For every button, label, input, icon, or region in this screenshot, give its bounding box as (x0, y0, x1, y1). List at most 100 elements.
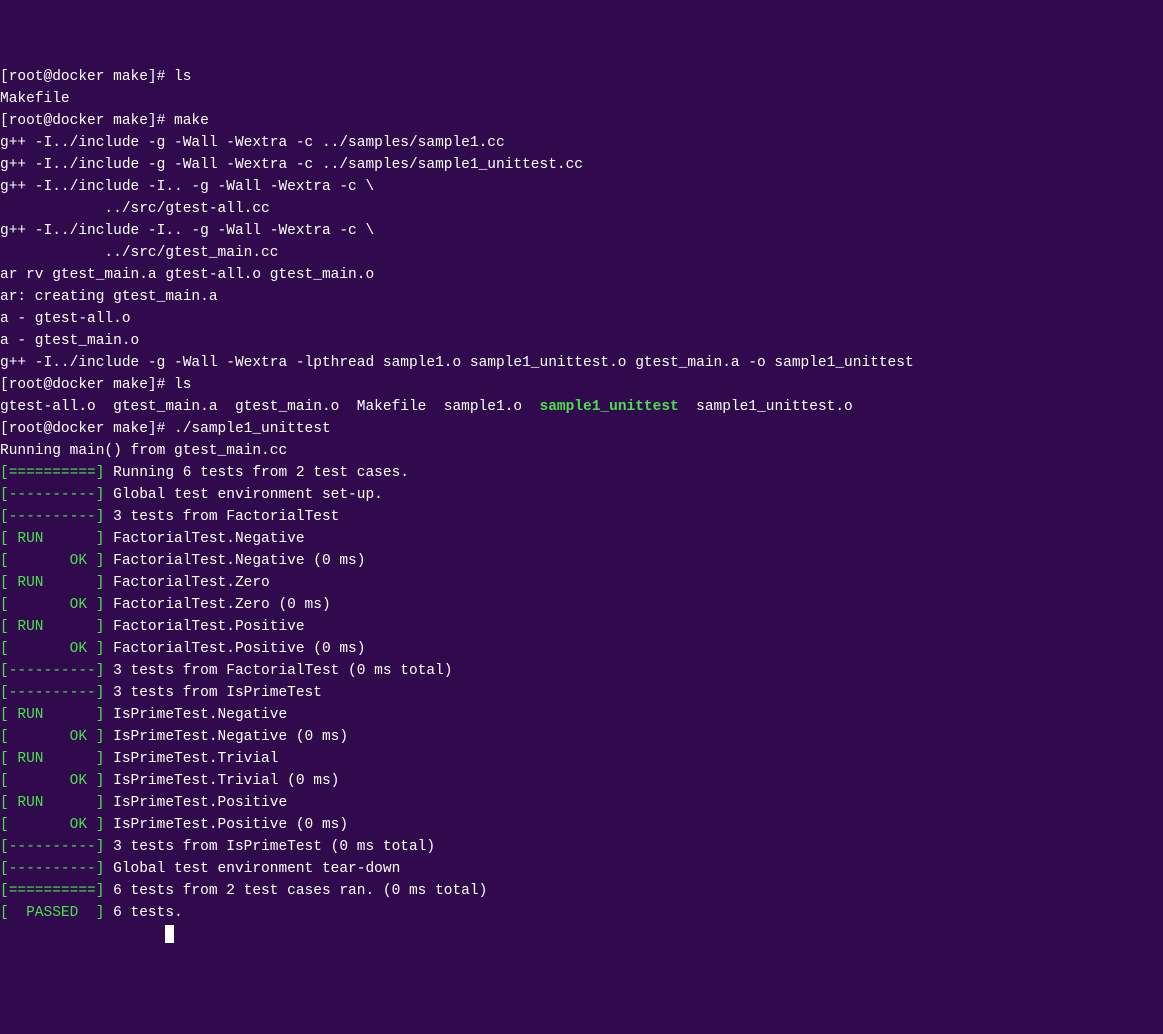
terminal-text: [root@docker make]# ls (0, 377, 191, 393)
terminal-text: FactorialTest.Zero (104, 575, 269, 591)
terminal-text: [ OK ] (0, 597, 104, 613)
terminal-text: g++ -I../include -g -Wall -Wextra -lpthr… (0, 355, 914, 371)
terminal-text: IsPrimeTest.Trivial (0 ms) (104, 773, 339, 789)
terminal-text: gtest-all.o gtest_main.a gtest_main.o Ma… (0, 399, 540, 415)
terminal-line: [----------] 3 tests from FactorialTest … (0, 660, 1163, 682)
terminal-line: [ OK ] IsPrimeTest.Negative (0 ms) (0, 726, 1163, 748)
terminal-text: [----------] (0, 663, 104, 679)
terminal-text: Makefile (0, 91, 70, 107)
terminal-line: [----------] 3 tests from IsPrimeTest (0… (0, 836, 1163, 858)
terminal-text: [ OK ] (0, 817, 104, 833)
terminal-line: [----------] Global test environment set… (0, 484, 1163, 506)
terminal-line: a - gtest-all.o (0, 308, 1163, 330)
terminal-text: [==========] (0, 465, 104, 481)
terminal-text: FactorialTest.Positive (0 ms) (104, 641, 365, 657)
terminal-line: [----------] 3 tests from FactorialTest (0, 506, 1163, 528)
terminal-text: a - gtest-all.o (0, 311, 131, 327)
terminal-text: [----------] (0, 685, 104, 701)
terminal-text: [ RUN ] (0, 751, 104, 767)
terminal-line: [ PASSED ] 6 tests. (0, 902, 1163, 924)
terminal-text: g++ -I../include -I.. -g -Wall -Wextra -… (0, 179, 374, 195)
terminal-line: [root@docker make]# ./sample1_unittest (0, 418, 1163, 440)
terminal-line: ar rv gtest_main.a gtest-all.o gtest_mai… (0, 264, 1163, 286)
terminal-line: [ RUN ] FactorialTest.Positive (0, 616, 1163, 638)
terminal-line: [----------] Global test environment tea… (0, 858, 1163, 880)
terminal-text: 3 tests from IsPrimeTest (104, 685, 322, 701)
terminal-text: [ OK ] (0, 553, 104, 569)
terminal-line: [ RUN ] IsPrimeTest.Positive (0, 792, 1163, 814)
terminal-text: g++ -I../include -g -Wall -Wextra -c ../… (0, 135, 505, 151)
terminal-text: ar: creating gtest_main.a (0, 289, 218, 305)
terminal-text: [ RUN ] (0, 619, 104, 635)
terminal-text: [ RUN ] (0, 795, 104, 811)
terminal-line: g++ -I../include -g -Wall -Wextra -c ../… (0, 154, 1163, 176)
terminal-text: IsPrimeTest.Trivial (104, 751, 278, 767)
terminal-line: [root@docker make]# ls (0, 66, 1163, 88)
terminal-text: sample1_unittest.o (679, 399, 853, 415)
terminal-text: IsPrimeTest.Negative (104, 707, 287, 723)
terminal-line: [ OK ] FactorialTest.Zero (0 ms) (0, 594, 1163, 616)
terminal-text: [ RUN ] (0, 531, 104, 547)
terminal-line: a - gtest_main.o (0, 330, 1163, 352)
terminal-text: 3 tests from FactorialTest (0 ms total) (104, 663, 452, 679)
terminal-line: [ RUN ] IsPrimeTest.Trivial (0, 748, 1163, 770)
terminal-line: Makefile (0, 88, 1163, 110)
terminal-text: FactorialTest.Negative (104, 531, 304, 547)
terminal-line: [root@docker make]# ls (0, 374, 1163, 396)
terminal-text (0, 927, 165, 943)
terminal-text: FactorialTest.Positive (104, 619, 304, 635)
terminal-line: ../src/gtest_main.cc (0, 242, 1163, 264)
terminal-text: ../src/gtest_main.cc (0, 245, 278, 261)
terminal-text: 6 tests from 2 test cases ran. (0 ms tot… (104, 883, 487, 899)
terminal-text: Running main() from gtest_main.cc (0, 443, 287, 459)
terminal-line (0, 924, 1163, 946)
terminal-line: ar: creating gtest_main.a (0, 286, 1163, 308)
terminal-text: Global test environment tear-down (104, 861, 400, 877)
terminal-line: [ OK ] FactorialTest.Negative (0 ms) (0, 550, 1163, 572)
terminal-text: [----------] (0, 839, 104, 855)
terminal-text: g++ -I../include -I.. -g -Wall -Wextra -… (0, 223, 374, 239)
terminal-line: g++ -I../include -I.. -g -Wall -Wextra -… (0, 176, 1163, 198)
terminal-text: IsPrimeTest.Positive (104, 795, 287, 811)
terminal-text: [root@docker make]# ls (0, 69, 191, 85)
terminal-line: [----------] 3 tests from IsPrimeTest (0, 682, 1163, 704)
terminal-text: [ RUN ] (0, 575, 104, 591)
terminal-line: [==========] Running 6 tests from 2 test… (0, 462, 1163, 484)
terminal-line: [ OK ] FactorialTest.Positive (0 ms) (0, 638, 1163, 660)
terminal-text: [ OK ] (0, 641, 104, 657)
terminal-text: 6 tests. (104, 905, 182, 921)
terminal-text: [ RUN ] (0, 707, 104, 723)
terminal-text: IsPrimeTest.Positive (0 ms) (104, 817, 348, 833)
terminal-text: [root@docker make]# make (0, 113, 209, 129)
terminal-text: 3 tests from IsPrimeTest (0 ms total) (104, 839, 435, 855)
terminal-output[interactable]: [root@docker make]# ls Makefile [root@dock… (0, 66, 1163, 946)
terminal-line: [ RUN ] FactorialTest.Negative (0, 528, 1163, 550)
terminal-text: [ PASSED ] (0, 905, 104, 921)
terminal-text: FactorialTest.Zero (0 ms) (104, 597, 330, 613)
terminal-text: [----------] (0, 509, 104, 525)
terminal-text: [root@docker make]# ./sample1_unittest (0, 421, 331, 437)
terminal-text: [ OK ] (0, 773, 104, 789)
terminal-text: ../src/gtest-all.cc (0, 201, 270, 217)
terminal-text: [----------] (0, 487, 104, 503)
terminal-line: [ OK ] IsPrimeTest.Positive (0 ms) (0, 814, 1163, 836)
terminal-text: sample1_unittest (540, 399, 679, 415)
terminal-text: IsPrimeTest.Negative (0 ms) (104, 729, 348, 745)
terminal-text: Global test environment set-up. (104, 487, 382, 503)
terminal-text: [ OK ] (0, 729, 104, 745)
terminal-line: g++ -I../include -g -Wall -Wextra -lpthr… (0, 352, 1163, 374)
terminal-line: ../src/gtest-all.cc (0, 198, 1163, 220)
terminal-line: [ OK ] IsPrimeTest.Trivial (0 ms) (0, 770, 1163, 792)
terminal-line: g++ -I../include -I.. -g -Wall -Wextra -… (0, 220, 1163, 242)
terminal-line: [ RUN ] IsPrimeTest.Negative (0, 704, 1163, 726)
terminal-text: [==========] (0, 883, 104, 899)
terminal-line: gtest-all.o gtest_main.a gtest_main.o Ma… (0, 396, 1163, 418)
terminal-line: [==========] 6 tests from 2 test cases r… (0, 880, 1163, 902)
terminal-line: Running main() from gtest_main.cc (0, 440, 1163, 462)
terminal-text: FactorialTest.Negative (0 ms) (104, 553, 365, 569)
terminal-text: ar rv gtest_main.a gtest-all.o gtest_mai… (0, 267, 374, 283)
terminal-text: [----------] (0, 861, 104, 877)
terminal-line: g++ -I../include -g -Wall -Wextra -c ../… (0, 132, 1163, 154)
terminal-text: a - gtest_main.o (0, 333, 139, 349)
terminal-text: Running 6 tests from 2 test cases. (104, 465, 409, 481)
